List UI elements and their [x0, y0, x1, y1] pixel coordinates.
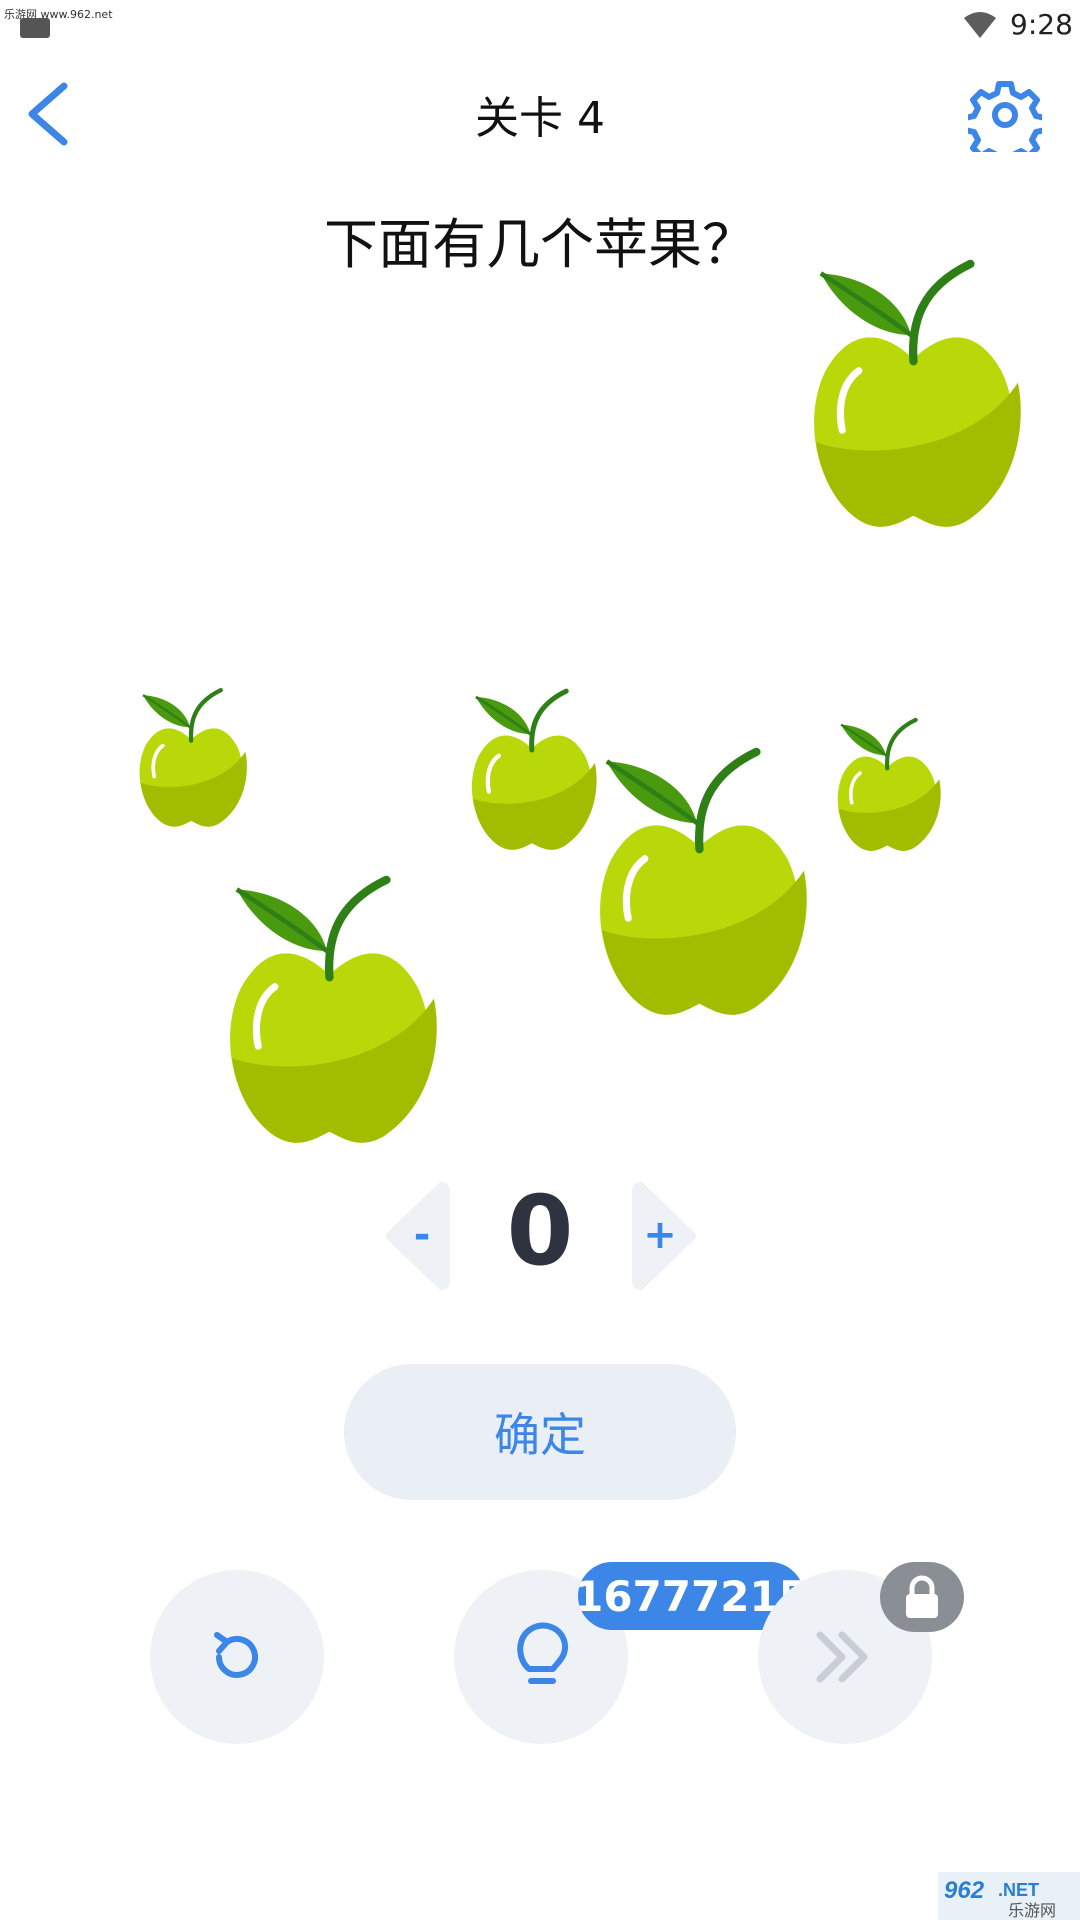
- lock-icon: [906, 1575, 938, 1618]
- confirm-label: 确定: [494, 1408, 586, 1462]
- restart-icon: [214, 1632, 258, 1678]
- notification-icon: [20, 18, 50, 38]
- svg-text:乐游网: 乐游网: [1008, 1901, 1056, 1920]
- apple-icon: [824, 714, 954, 856]
- lightbulb-icon: [517, 1622, 569, 1684]
- status-time: 9:28: [1010, 8, 1073, 41]
- level-title: 关卡 4: [475, 93, 605, 144]
- wifi-icon: [964, 12, 996, 38]
- status-bar: 乐游网 www.962.net 9:28: [0, 0, 1080, 50]
- double-chevron-right-icon: [816, 1631, 868, 1683]
- answer-count: 0: [506, 1175, 574, 1287]
- watermark-logo: 962 .NET 乐游网: [938, 1872, 1080, 1920]
- apple-icon: [128, 684, 258, 832]
- lock-badge: [880, 1562, 964, 1632]
- restart-button[interactable]: [150, 1570, 324, 1744]
- apple-icon: [574, 740, 832, 1025]
- confirm-button[interactable]: 确定: [344, 1364, 736, 1500]
- decrement-label: -: [413, 1212, 431, 1258]
- svg-text:962: 962: [944, 1877, 985, 1904]
- apple-icon: [792, 252, 1042, 537]
- increment-label: +: [643, 1212, 677, 1258]
- apple-icon: [204, 868, 462, 1153]
- settings-button[interactable]: [968, 78, 1042, 152]
- gear-icon: [968, 81, 1042, 152]
- svg-text:.NET: .NET: [998, 1880, 1039, 1900]
